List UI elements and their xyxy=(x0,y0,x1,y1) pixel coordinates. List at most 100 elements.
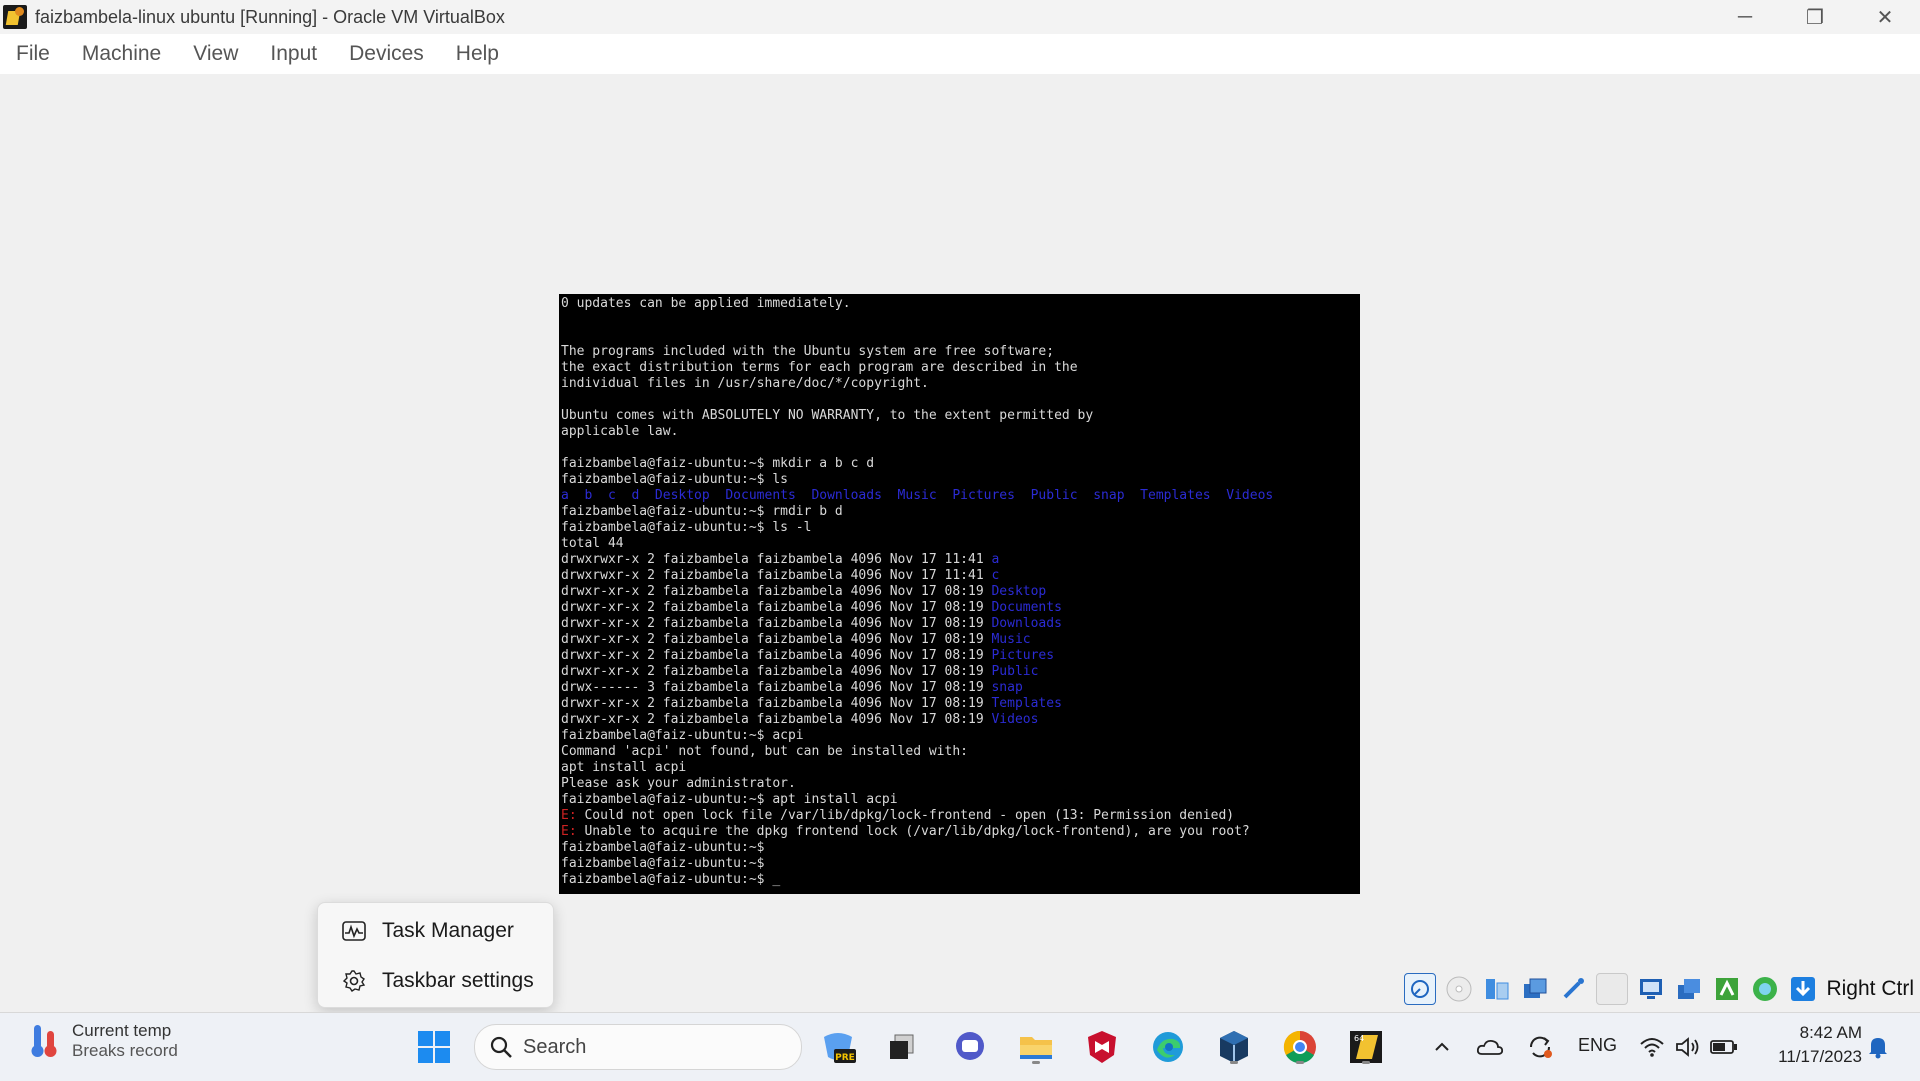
console-line: E: Unable to acquire the dpkg frontend l… xyxy=(561,824,1360,840)
task-view-icon[interactable] xyxy=(882,1027,922,1067)
chrome-icon[interactable] xyxy=(1280,1027,1320,1067)
task-manager-icon xyxy=(340,917,368,945)
volume-icon[interactable] xyxy=(1668,1027,1708,1067)
console-text: drwxrwxr-x 2 faizbambela faizbambela 409… xyxy=(561,568,992,583)
console-text: faizbambela@faiz-ubuntu:~$ xyxy=(561,840,765,855)
console-text: Unable to acquire the dpkg frontend lock… xyxy=(576,824,1250,839)
weather-line1: Current temp xyxy=(72,1021,172,1040)
close-button[interactable]: ✕ xyxy=(1850,0,1920,34)
network-icon[interactable] xyxy=(1520,974,1550,1004)
console-text: E: xyxy=(561,808,577,823)
menu-machine[interactable]: Machine xyxy=(82,42,161,66)
menu-file[interactable]: File xyxy=(16,42,50,66)
running-indicator xyxy=(1362,1061,1370,1064)
virtualbox-vm-icon[interactable]: 64 xyxy=(1346,1027,1386,1067)
copilot-preview-icon[interactable]: PRE xyxy=(818,1027,858,1067)
console-text: faizbambela@faiz-ubuntu:~$ apt install a… xyxy=(561,792,898,807)
search-icon xyxy=(489,1035,513,1059)
download-icon[interactable] xyxy=(1788,974,1818,1004)
chevron-up-icon[interactable] xyxy=(1422,1027,1462,1067)
menu-help[interactable]: Help xyxy=(456,42,499,66)
system-clock[interactable]: 8:42 AM 11/17/2023 xyxy=(1752,1021,1862,1069)
mouse-integration-icon[interactable] xyxy=(1712,974,1742,1004)
console-text: a b c d Desktop Documents Downloads Musi… xyxy=(561,488,1274,503)
teams-chat-icon[interactable] xyxy=(950,1027,990,1067)
onedrive-sync-icon[interactable] xyxy=(1470,1027,1510,1067)
console-text: The programs included with the Ubuntu sy… xyxy=(561,344,1055,359)
recording-icon[interactable] xyxy=(1674,974,1704,1004)
console-text: faizbambela@faiz-ubuntu:~$ mkdir a b c d xyxy=(561,456,875,471)
console-text: 0 updates can be applied immediately. xyxy=(561,296,851,311)
console-line: applicable law. xyxy=(561,424,1360,440)
running-indicator xyxy=(1230,1061,1238,1064)
minimize-button[interactable]: ─ xyxy=(1710,0,1780,34)
console-line: drwxr-xr-x 2 faizbambela faizbambela 409… xyxy=(561,664,1360,680)
console-text: snap xyxy=(991,680,1023,695)
console-text: drwxr-xr-x 2 faizbambela faizbambela 409… xyxy=(561,664,992,679)
console-text: apt install acpi xyxy=(561,760,687,775)
taskbar-settings-menu-item[interactable]: Taskbar settings xyxy=(318,957,553,1005)
menu-view[interactable]: View xyxy=(193,42,238,66)
menu-devices[interactable]: Devices xyxy=(349,42,424,66)
console-text: faizbambela@faiz-ubuntu:~$ _ xyxy=(561,872,781,887)
console-text: drwxr-xr-x 2 faizbambela faizbambela 409… xyxy=(561,632,992,647)
console-line: drwxrwxr-x 2 faizbambela faizbambela 409… xyxy=(561,568,1360,584)
shared-folders-icon[interactable] xyxy=(1596,973,1629,1005)
language-indicator[interactable]: ENG xyxy=(1578,1035,1617,1056)
weather-widget[interactable]: Current temp Breaks record xyxy=(28,1021,178,1061)
console-text: faizbambela@faiz-ubuntu:~$ ls -l xyxy=(561,520,812,535)
console-line: apt install acpi xyxy=(561,760,1360,776)
optical-drive-icon[interactable] xyxy=(1444,974,1474,1004)
gear-icon xyxy=(340,967,368,995)
running-indicator xyxy=(1032,1061,1040,1064)
console-text: individual files in /usr/share/doc/*/cop… xyxy=(561,376,929,391)
clock-date: 11/17/2023 xyxy=(1778,1047,1862,1066)
cpu-icon[interactable] xyxy=(1750,974,1780,1004)
task-manager-menu-item[interactable]: Task Manager xyxy=(318,907,553,955)
console-text: faizbambela@faiz-ubuntu:~$ ls xyxy=(561,472,788,487)
virtualbox-app-icon xyxy=(3,5,27,29)
taskbar-context-menu: Task Manager Taskbar settings xyxy=(317,902,554,1008)
menu-bar: File Machine View Input Devices Help xyxy=(0,34,1920,74)
window-title: faizbambela-linux ubuntu [Running] - Ora… xyxy=(35,6,505,27)
battery-icon[interactable] xyxy=(1704,1027,1744,1067)
display-icon[interactable] xyxy=(1636,974,1666,1004)
console-line: 0 updates can be applied immediately. xyxy=(561,296,1360,312)
console-text: Desktop xyxy=(991,584,1047,599)
console-line: faizbambela@faiz-ubuntu:~$ ls xyxy=(561,472,1360,488)
hard-disk-icon[interactable] xyxy=(1404,973,1437,1005)
console-line: drwxr-xr-x 2 faizbambela faizbambela 409… xyxy=(561,696,1360,712)
clock-time: 8:42 AM xyxy=(1799,1023,1862,1042)
console-text: the exact distribution terms for each pr… xyxy=(561,360,1078,375)
console-text: Pictures xyxy=(991,648,1055,663)
menu-input[interactable]: Input xyxy=(270,42,317,66)
console-line: E: Could not open lock file /var/lib/dpk… xyxy=(561,808,1360,824)
console-line: drwxr-xr-x 2 faizbambela faizbambela 409… xyxy=(561,648,1360,664)
usb-icon[interactable] xyxy=(1558,974,1588,1004)
mcafee-icon[interactable] xyxy=(1082,1027,1122,1067)
vm-console[interactable]: 0 updates can be applied immediately. The… xyxy=(559,294,1360,894)
file-explorer-icon[interactable] xyxy=(1016,1027,1056,1067)
console-text: Templates xyxy=(991,696,1062,711)
edge-icon[interactable] xyxy=(1148,1027,1188,1067)
console-line: Ubuntu comes with ABSOLUTELY NO WARRANTY… xyxy=(561,408,1360,424)
window-controls: ─ ❐ ✕ xyxy=(1710,0,1920,34)
wifi-icon[interactable] xyxy=(1632,1027,1672,1067)
virtualbox-taskbar-icon[interactable] xyxy=(1214,1027,1254,1067)
windows-taskbar: Current temp Breaks record Search PRE 64… xyxy=(0,1012,1920,1081)
sync-icon[interactable] xyxy=(1520,1027,1560,1067)
host-key-label: Right Ctrl xyxy=(1826,977,1914,1000)
console-text: drwxr-xr-x 2 faizbambela faizbambela 409… xyxy=(561,600,992,615)
console-text: a xyxy=(991,552,1000,567)
console-line: the exact distribution terms for each pr… xyxy=(561,360,1360,376)
notification-bell-icon[interactable] xyxy=(1858,1027,1898,1067)
console-text: Documents xyxy=(991,600,1062,615)
taskbar-search-box[interactable]: Search xyxy=(474,1024,802,1070)
start-button[interactable] xyxy=(414,1027,454,1067)
audio-icon[interactable] xyxy=(1482,974,1512,1004)
console-line: Command 'acpi' not found, but can be ins… xyxy=(561,744,1360,760)
maximize-button[interactable]: ❐ xyxy=(1780,0,1850,34)
vbox-64-badge: 64 xyxy=(1354,1034,1364,1043)
